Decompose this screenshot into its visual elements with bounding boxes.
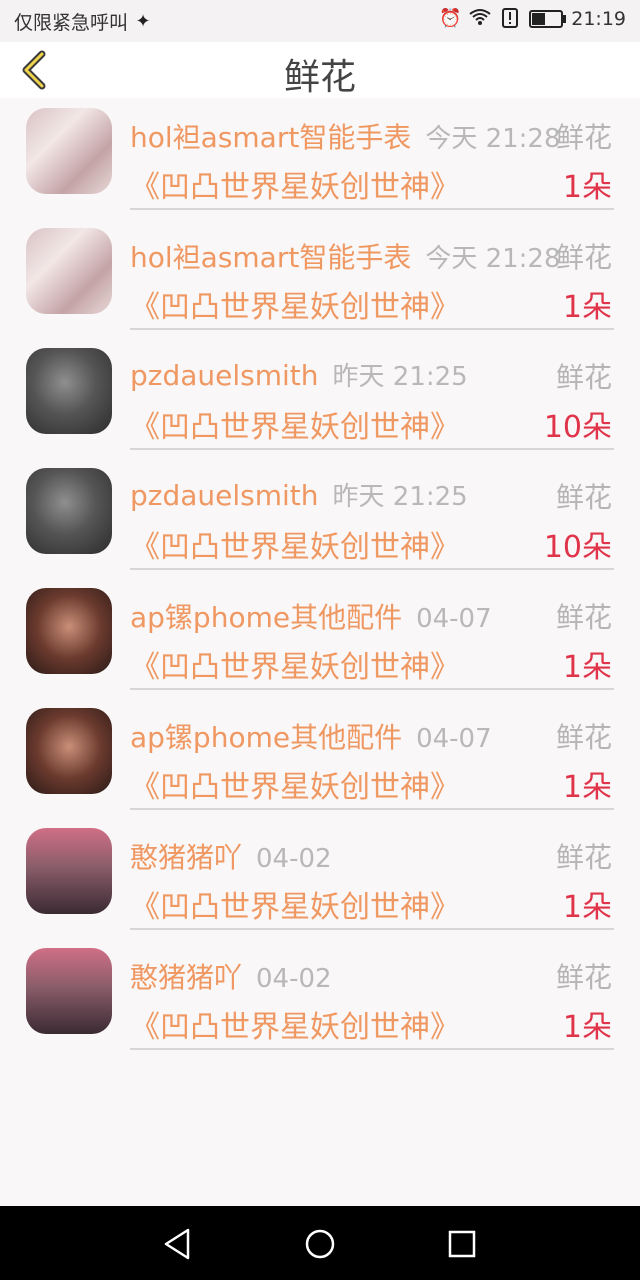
list-item[interactable]: hol袒asmart智能手表 今天 21:28 鲜花《凹凸世界星妖创世神》 1朵 [0, 98, 640, 218]
sender-name-text: ap镙phome其他配件 [130, 721, 403, 754]
gift-type: 鲜花 [555, 241, 612, 274]
gift-count: 1朵 [562, 290, 612, 325]
sender-name: hol袒asmart智能手表 今天 21:28 [130, 116, 561, 156]
wifi-icon [469, 8, 491, 30]
sender-name: ap镙phome其他配件 04-07 [130, 716, 492, 756]
recents-square-icon [448, 1230, 476, 1258]
divider [130, 328, 614, 330]
gift-type: 鲜花 [555, 841, 612, 874]
gift-count: 1朵 [562, 170, 612, 205]
divider [130, 928, 614, 930]
gift-type: 鲜花 [555, 361, 612, 394]
list-item[interactable]: 憨猪猪吖 04-02 鲜花《凹凸世界星妖创世神》 1朵 [0, 818, 640, 938]
bulb-icon: ✦ [135, 10, 151, 32]
timestamp: 昨天 21:25 [332, 362, 468, 392]
gift-type: 鲜花 [555, 961, 612, 994]
divider [130, 1048, 614, 1050]
gift-count: 10朵 [543, 410, 612, 445]
divider [130, 448, 614, 450]
list-item[interactable]: pzdauelsmith 昨天 21:25 鲜花《凹凸世界星妖创世神》 10朵 [0, 458, 640, 578]
gift-count: 10朵 [543, 530, 612, 565]
avatar[interactable] [26, 588, 112, 674]
list-item[interactable]: pzdauelsmith 昨天 21:25 鲜花《凹凸世界星妖创世神》 10朵 [0, 338, 640, 458]
book-title[interactable]: 《凹凸世界星妖创世神》 [130, 642, 460, 686]
sender-name-text: hol袒asmart智能手表 [130, 121, 412, 154]
book-title[interactable]: 《凹凸世界星妖创世神》 [130, 762, 460, 806]
sender-name: hol袒asmart智能手表 今天 21:28 [130, 236, 561, 276]
avatar[interactable] [26, 348, 112, 434]
avatar[interactable] [26, 468, 112, 554]
sender-name: pzdauelsmith 昨天 21:25 [130, 356, 468, 393]
book-title[interactable]: 《凹凸世界星妖创世神》 [130, 402, 460, 446]
book-title[interactable]: 《凹凸世界星妖创世神》 [130, 282, 460, 326]
divider [130, 568, 614, 570]
list-item[interactable]: ap镙phome其他配件 04-07 鲜花《凹凸世界星妖创世神》 1朵 [0, 698, 640, 818]
home-circle-icon [305, 1229, 335, 1259]
alarm-icon: ⏰ [439, 8, 462, 29]
avatar[interactable] [26, 228, 112, 314]
battery-icon [529, 10, 567, 28]
gift-type: 鲜花 [555, 721, 612, 754]
gift-count: 1朵 [562, 650, 612, 685]
book-title[interactable]: 《凹凸世界星妖创世神》 [130, 882, 460, 926]
back-triangle-icon [164, 1228, 190, 1260]
divider [130, 208, 614, 210]
sender-name-text: hol袒asmart智能手表 [130, 241, 412, 274]
nav-home-button[interactable] [300, 1224, 340, 1264]
avatar[interactable] [26, 948, 112, 1034]
gift-type: 鲜花 [555, 601, 612, 634]
avatar[interactable] [26, 708, 112, 794]
emergency-call-text: 仅限紧急呼叫 [14, 12, 129, 34]
divider [130, 808, 614, 810]
sender-name: 憨猪猪吖 04-02 [130, 956, 332, 996]
sender-name-text: pzdauelsmith [130, 479, 319, 512]
timestamp: 昨天 21:25 [332, 482, 468, 512]
app-header: 鲜花 [0, 42, 640, 98]
alert-icon [499, 8, 521, 30]
timestamp: 04-02 [256, 844, 332, 874]
timestamp: 今天 21:28 [425, 244, 561, 274]
avatar[interactable] [26, 828, 112, 914]
timestamp: 今天 21:28 [425, 124, 561, 154]
nav-recents-button[interactable] [442, 1224, 482, 1264]
timestamp: 04-02 [256, 964, 332, 994]
system-nav-bar [0, 1206, 640, 1280]
book-title[interactable]: 《凹凸世界星妖创世神》 [130, 522, 460, 566]
status-bar: 仅限紧急呼叫 ✦ ⏰ 21:19 [0, 0, 640, 42]
timestamp: 04-07 [416, 724, 492, 754]
sender-name: pzdauelsmith 昨天 21:25 [130, 476, 468, 513]
flower-list: hol袒asmart智能手表 今天 21:28 鲜花 《凹凸世界星妖创世神》 1朵 hol… [0, 98, 640, 1058]
sender-name-text: pzdauelsmith [130, 359, 319, 392]
avatar[interactable] [26, 108, 112, 194]
nav-back-button[interactable] [158, 1224, 198, 1264]
timestamp: 04-07 [416, 604, 492, 634]
list-item[interactable]: 憨猪猪吖 04-02 鲜花《凹凸世界星妖创世神》 1朵 [0, 938, 640, 1058]
divider [130, 688, 614, 690]
sender-name-text: ap镙phome其他配件 [130, 601, 403, 634]
book-title[interactable]: 《凹凸世界星妖创世神》 [130, 162, 460, 206]
gift-type: 鲜花 [555, 481, 612, 514]
clock: 21:19 [571, 8, 626, 30]
sender-name: 憨猪猪吖 04-02 [130, 836, 332, 876]
gift-count: 1朵 [562, 1010, 612, 1045]
gift-count: 1朵 [562, 890, 612, 925]
gift-type: 鲜花 [555, 121, 612, 154]
sender-name: ap镙phome其他配件 04-07 [130, 596, 492, 636]
sender-name-text: 憨猪猪吖 [130, 841, 243, 874]
gift-count: 1朵 [562, 770, 612, 805]
page-title: 鲜花 [283, 57, 356, 98]
list-item[interactable]: ap镙phome其他配件 04-07 鲜花《凹凸世界星妖创世神》 1朵 [0, 578, 640, 698]
sender-name-text: 憨猪猪吖 [130, 961, 243, 994]
book-title[interactable]: 《凹凸世界星妖创世神》 [130, 1002, 460, 1046]
list-item[interactable]: hol袒asmart智能手表 今天 21:28 鲜花《凹凸世界星妖创世神》 1朵 [0, 218, 640, 338]
